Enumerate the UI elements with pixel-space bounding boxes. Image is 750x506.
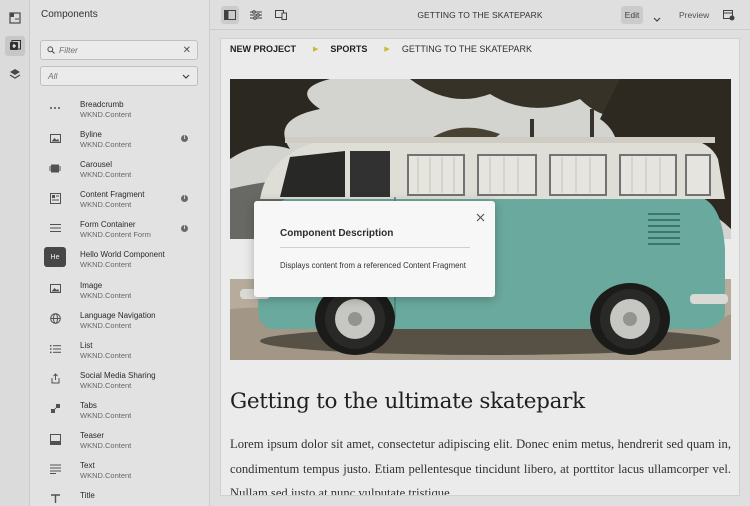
component-group: WKND.Content [80, 471, 132, 481]
page-title: GETTING TO THE SKATEPARK [417, 10, 543, 20]
component-item-carousel[interactable]: Carousel WKND.Content [30, 155, 209, 185]
chevron-down-icon[interactable] [653, 10, 661, 28]
breadcrumb-item[interactable]: NEW PROJECT [230, 44, 296, 54]
search-icon [47, 41, 55, 59]
site-structure-icon[interactable] [5, 8, 25, 28]
component-name: Carousel [80, 160, 113, 170]
title-icon [44, 490, 66, 506]
component-name: Title [80, 491, 95, 501]
teaser-icon [44, 430, 66, 448]
breadcrumb-item-current: GETTING TO THE SKATEPARK [401, 44, 533, 54]
component-name: Social Media Sharing [80, 370, 156, 380]
close-icon[interactable] [473, 210, 487, 224]
article-paragraph: Lorem ipsum dolor sit amet, consectetur … [230, 437, 731, 496]
article-heading: Getting to the ultimate skatepark [230, 389, 585, 414]
breadcrumb-item[interactable]: SPORTS [330, 44, 367, 54]
chevron-down-icon [182, 67, 190, 85]
dialog-description: Displays content from a referenced Conte… [280, 261, 466, 270]
component-group: WKND.Content Form [80, 230, 151, 240]
image-icon [44, 129, 66, 147]
breadcrumb-separator-icon: ▶ [313, 46, 319, 53]
info-icon[interactable]: i [181, 225, 188, 233]
component-group: WKND.Content [80, 320, 132, 330]
component-name: Hello World Component [80, 250, 165, 260]
component-group: WKND.Content [80, 200, 132, 210]
dialog-title: Component Description [280, 228, 394, 239]
component-group: WKND.Content [80, 380, 132, 390]
content-fragment-icon [44, 189, 66, 207]
component-group: WKND.Content [80, 260, 132, 270]
component-name: Teaser [80, 431, 105, 441]
component-group: WKND.Content [80, 140, 132, 150]
carousel-icon [44, 159, 66, 177]
image-icon [44, 280, 66, 298]
component-item-title[interactable]: Title [30, 486, 209, 506]
group-select[interactable]: All [40, 66, 198, 86]
component-name: Tabs [80, 400, 97, 410]
list-icon [44, 340, 66, 358]
info-icon[interactable]: i [181, 195, 188, 203]
component-name: Content Fragment [80, 190, 145, 200]
add-component-icon[interactable] [5, 36, 25, 56]
component-item-breadcrumb[interactable]: Breadcrumb WKND.Content [30, 95, 209, 125]
component-name: Byline [80, 130, 102, 140]
component-name: Form Container [80, 220, 136, 230]
component-item-byline[interactable]: Byline WKND.Content i [30, 125, 209, 155]
group-select-value: All [48, 71, 58, 81]
layers-icon[interactable] [5, 64, 25, 84]
component-item-form-container[interactable]: Form Container WKND.Content Form i [30, 215, 209, 245]
panel-title: Components [41, 9, 98, 20]
share-icon [44, 370, 66, 388]
component-name: List [80, 340, 93, 350]
ellipsis-icon [44, 99, 66, 117]
component-name: Text [80, 461, 95, 471]
globe-icon [44, 310, 66, 328]
filter-input[interactable] [59, 45, 183, 55]
breadcrumb-separator-icon: ▶ [384, 46, 390, 53]
component-group: WKND.Content [80, 170, 132, 180]
component-name: Language Navigation [80, 310, 156, 320]
publish-page-icon[interactable] [720, 6, 738, 24]
mode-edit-button[interactable]: Edit [621, 6, 643, 24]
component-item-tabs[interactable]: Tabs WKND.Content [30, 396, 209, 426]
info-icon[interactable]: i [181, 135, 188, 143]
component-group: WKND.Content [80, 441, 132, 451]
tabs-icon [44, 400, 66, 418]
text-icon [44, 460, 66, 478]
component-item-hello-world[interactable]: He Hello World Component WKND.Content [30, 245, 209, 275]
component-group: WKND.Content [80, 410, 132, 420]
component-group: WKND.Content [80, 110, 132, 119]
clear-icon[interactable]: ✕ [183, 45, 191, 56]
component-item-teaser[interactable]: Teaser WKND.Content [30, 426, 209, 456]
component-item-language-navigation[interactable]: Language Navigation WKND.Content [30, 306, 209, 336]
component-description-dialog: Component Description Displays content f… [254, 201, 495, 297]
component-item-text[interactable]: Text WKND.Content [30, 456, 209, 486]
component-item-content-fragment[interactable]: Content Fragment WKND.Content i [30, 185, 209, 215]
components-panel: Components ✕ All Breadcrumb WKND.Content… [30, 0, 210, 506]
form-icon [44, 219, 66, 237]
component-group: WKND.Content [80, 350, 132, 360]
component-list: Breadcrumb WKND.Content Byline WKND.Cont… [30, 95, 209, 506]
component-name: Breadcrumb [80, 100, 124, 109]
he-badge: He [44, 247, 66, 268]
breadcrumb: NEW PROJECT ▶ SPORTS ▶ GETTING TO THE SK… [230, 44, 532, 54]
dialog-divider [280, 247, 470, 248]
component-group: WKND.Content [80, 290, 132, 300]
preview-button[interactable]: Preview [679, 10, 709, 20]
component-name: Image [80, 280, 103, 290]
component-item-image[interactable]: Image WKND.Content [30, 276, 209, 306]
editor-toolbar: GETTING TO THE SKATEPARK Edit Preview [210, 0, 750, 30]
component-item-list[interactable]: List WKND.Content [30, 336, 209, 366]
filter-field[interactable]: ✕ [40, 40, 198, 60]
left-rail [0, 0, 30, 506]
component-item-social-media-sharing[interactable]: Social Media Sharing WKND.Content [30, 366, 209, 396]
